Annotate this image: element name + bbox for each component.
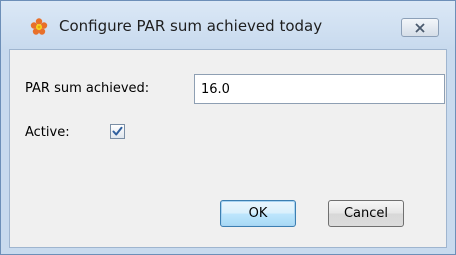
ok-button[interactable]: OK [220,200,296,227]
window-title: Configure PAR sum achieved today [59,17,323,35]
close-button[interactable] [401,18,439,37]
dialog-body: PAR sum achieved: Active: OK Cancel [9,49,447,248]
title-bar[interactable]: Configure PAR sum achieved today [1,1,455,49]
close-icon [414,18,426,37]
dialog-window: Configure PAR sum achieved today PAR sum… [0,0,456,255]
flower-icon [30,18,48,36]
par-sum-input[interactable] [194,74,445,104]
active-checkbox[interactable] [110,124,125,139]
active-label: Active: [25,125,70,140]
cancel-button[interactable]: Cancel [328,200,404,227]
checkmark-icon [112,122,123,141]
par-sum-label: PAR sum achieved: [25,81,150,96]
